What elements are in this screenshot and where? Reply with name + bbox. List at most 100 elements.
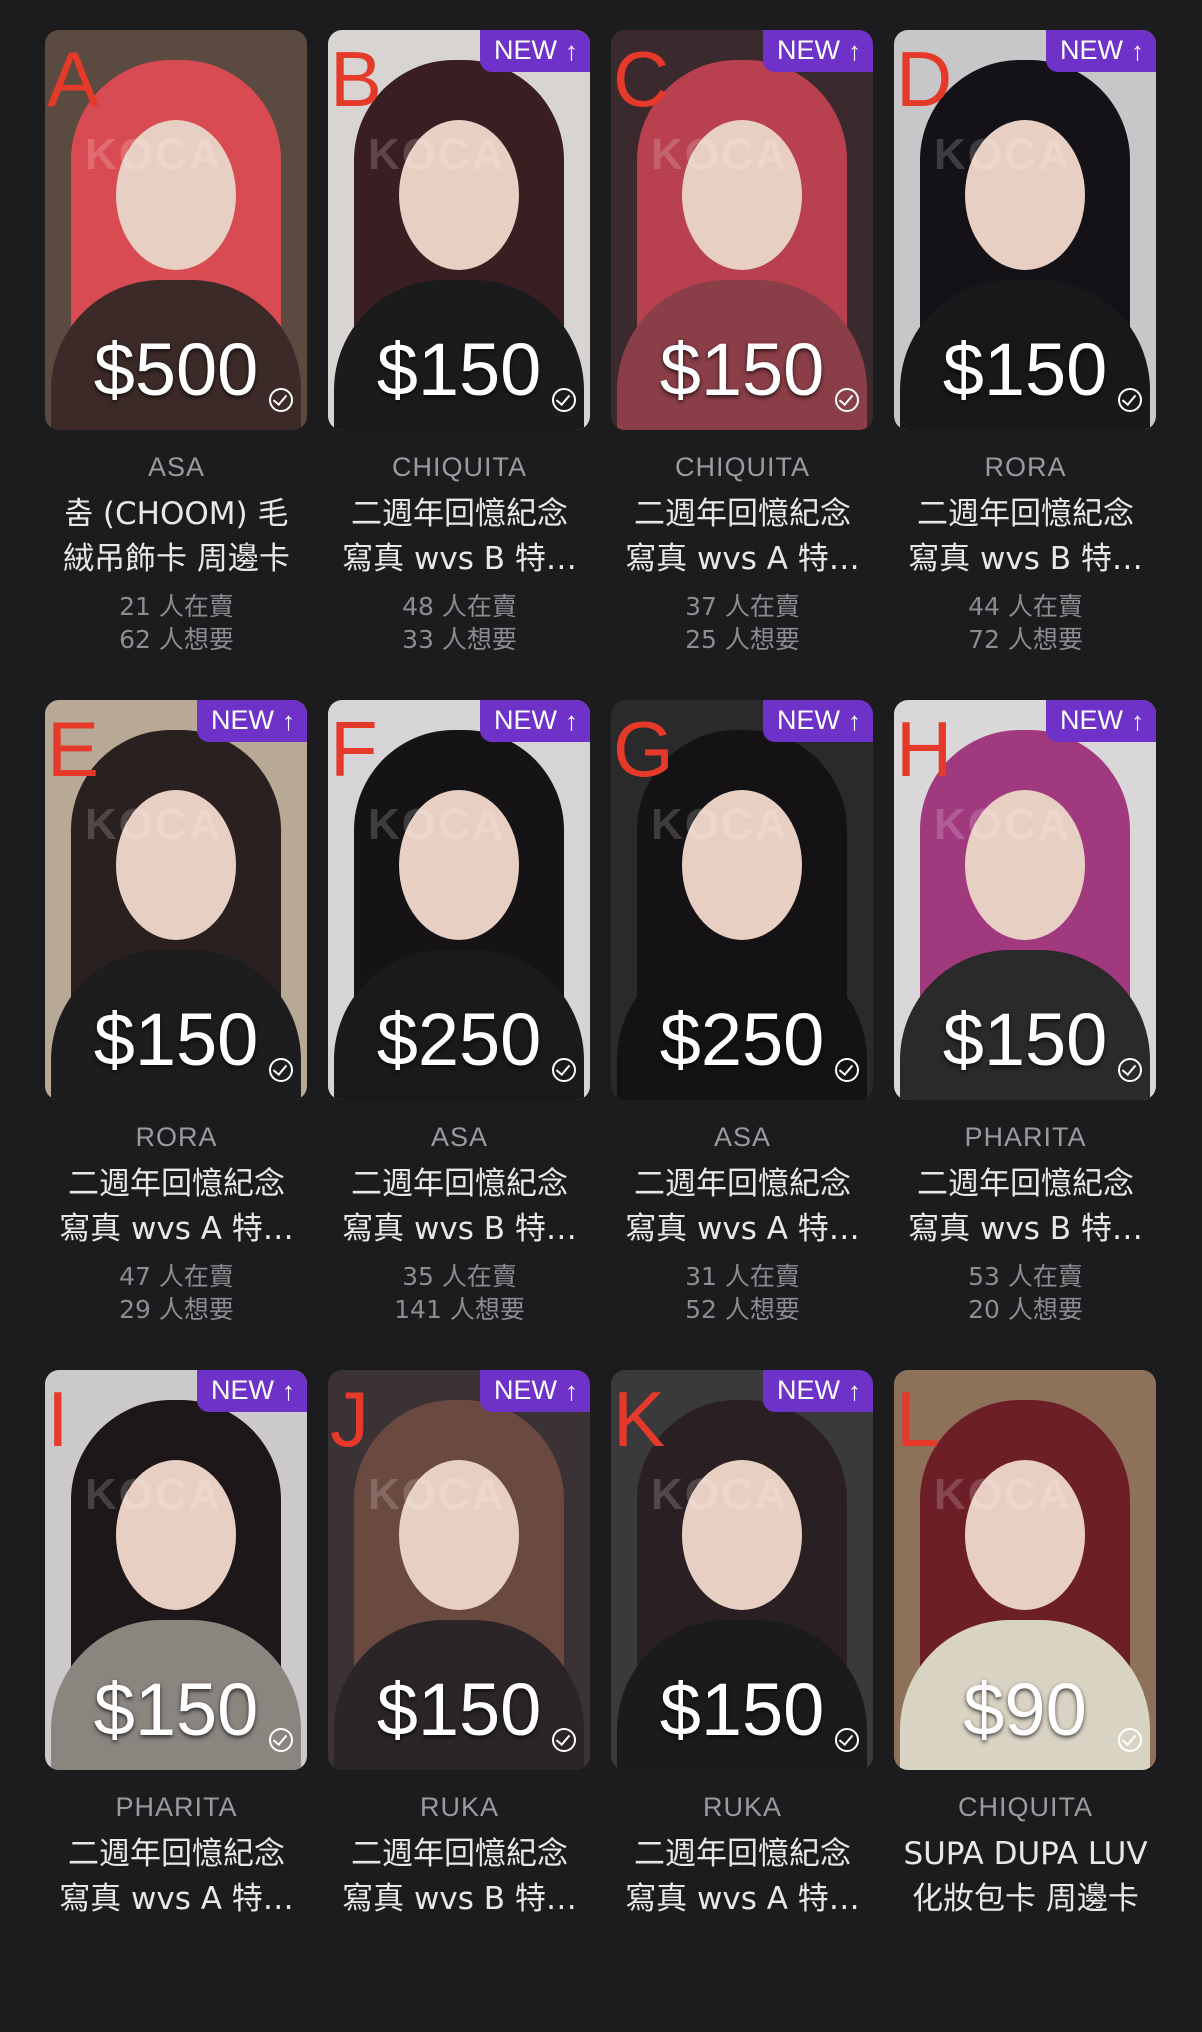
- photocard-image[interactable]: KOCA I NEW ↑ $150: [45, 1370, 307, 1770]
- listing-stats: 48 人在賣 33 人想要: [318, 590, 601, 656]
- wanting-count: 72 人想要: [968, 625, 1083, 654]
- price-label: $150: [942, 328, 1108, 411]
- new-badge-label: NEW: [1060, 35, 1123, 65]
- photocard-listing[interactable]: KOCA H NEW ↑ $150 PHARITA 二週年回憶紀念 寫真 wvs B 特… 5…: [884, 692, 1167, 1362]
- photocard-image[interactable]: KOCA J NEW ↑ $150: [328, 1370, 590, 1770]
- new-badge-label: NEW: [494, 1375, 557, 1405]
- listing-stats: 35 人在賣 141 人想要: [318, 1260, 601, 1326]
- artist-name: CHIQUITA: [675, 452, 810, 482]
- new-badge: NEW ↑: [1046, 30, 1156, 72]
- new-badge: NEW ↑: [763, 30, 873, 72]
- artist-name: RUKA: [419, 1792, 499, 1822]
- arrow-up-icon: ↑: [565, 1375, 578, 1406]
- card-title[interactable]: 二週年回憶紀念 寫真 wvs A 特…: [601, 492, 884, 582]
- card-letter-label: I: [47, 1375, 69, 1463]
- photocard-listing[interactable]: KOCA G NEW ↑ $250 ASA 二週年回憶紀念 寫真 wvs A 特… 31 人在…: [601, 692, 884, 1362]
- card-letter-label: L: [896, 1375, 940, 1463]
- selling-count: 35 人在賣: [402, 1262, 517, 1291]
- photocard-listing[interactable]: KOCA K NEW ↑ $150 RUKA 二週年回憶紀念 寫真 wvs A 特…: [601, 1362, 884, 2032]
- price-label: $150: [93, 1668, 259, 1751]
- photocard-listing[interactable]: KOCA A $500 ASA 춤 (CHOOM) 毛 絨吊飾卡 周邊卡 21 人在賣 62…: [35, 22, 318, 692]
- photocard-image[interactable]: KOCA K NEW ↑ $150: [611, 1370, 873, 1770]
- new-badge: NEW ↑: [480, 1370, 590, 1412]
- listing-stats: 21 人在賣 62 人想要: [35, 590, 318, 656]
- card-title[interactable]: 二週年回憶紀念 寫真 wvs B 特…: [884, 1162, 1167, 1252]
- photocard-image[interactable]: KOCA E NEW ↑ $150: [45, 700, 307, 1100]
- photocard-image[interactable]: KOCA H NEW ↑ $150: [894, 700, 1156, 1100]
- photocard-image[interactable]: KOCA B NEW ↑ $150: [328, 30, 590, 430]
- new-badge-label: NEW: [494, 35, 557, 65]
- artist-name: PHARITA: [115, 1792, 238, 1822]
- photocard-listing[interactable]: KOCA J NEW ↑ $150 RUKA 二週年回憶紀念 寫真 wvs B 特…: [318, 1362, 601, 2032]
- watermark-text: KOCA: [651, 800, 789, 849]
- selling-count: 48 人在賣: [402, 592, 517, 621]
- card-title[interactable]: 二週年回憶紀念 寫真 wvs A 特…: [35, 1162, 318, 1252]
- watermark-text: KOCA: [651, 130, 789, 179]
- photocard-listing[interactable]: KOCA F NEW ↑ $250 ASA 二週年回憶紀念 寫真 wvs B 特… 35 人在…: [318, 692, 601, 1362]
- photocard-image[interactable]: KOCA F NEW ↑ $250: [328, 700, 590, 1100]
- selling-count: 47 人在賣: [119, 1262, 234, 1291]
- arrow-up-icon: ↑: [848, 705, 861, 736]
- verified-check-icon: [1118, 1728, 1142, 1752]
- watermark-text: KOCA: [368, 800, 506, 849]
- price-label: $250: [376, 998, 542, 1081]
- card-title[interactable]: 二週年回憶紀念 寫真 wvs A 特…: [601, 1832, 884, 1922]
- card-title[interactable]: 二週年回憶紀念 寫真 wvs B 特…: [884, 492, 1167, 582]
- new-badge-label: NEW: [777, 35, 840, 65]
- price-label: $150: [93, 998, 259, 1081]
- card-title[interactable]: 춤 (CHOOM) 毛 絨吊飾卡 周邊卡: [35, 492, 318, 582]
- card-title[interactable]: 二週年回憶紀念 寫真 wvs A 特…: [601, 1162, 884, 1252]
- listing-stats: 31 人在賣 52 人想要: [601, 1260, 884, 1326]
- card-title[interactable]: 二週年回憶紀念 寫真 wvs B 特…: [318, 492, 601, 582]
- artist-name: CHIQUITA: [958, 1792, 1093, 1822]
- verified-check-icon: [835, 1728, 859, 1752]
- photocard-grid: KOCA A $500 ASA 춤 (CHOOM) 毛 絨吊飾卡 周邊卡 21 人在賣 62…: [0, 0, 1202, 1920]
- new-badge-label: NEW: [777, 705, 840, 735]
- price-label: $150: [659, 1668, 825, 1751]
- verified-check-icon: [269, 388, 293, 412]
- verified-check-icon: [269, 1728, 293, 1752]
- selling-count: 44 人在賣: [968, 592, 1083, 621]
- photocard-listing[interactable]: KOCA E NEW ↑ $150 RORA 二週年回憶紀念 寫真 wvs A 特… 47 人…: [35, 692, 318, 1362]
- artist-name: ASA: [713, 1122, 772, 1152]
- card-letter-label: J: [330, 1375, 369, 1463]
- verified-check-icon: [269, 1058, 293, 1082]
- photocard-image[interactable]: KOCA G NEW ↑ $250: [611, 700, 873, 1100]
- selling-count: 31 人在賣: [685, 1262, 800, 1291]
- new-badge-label: NEW: [211, 1375, 274, 1405]
- artist-name: PHARITA: [964, 1122, 1087, 1152]
- photocard-listing[interactable]: KOCA I NEW ↑ $150 PHARITA 二週年回憶紀念 寫真 wvs A 特…: [35, 1362, 318, 2032]
- photocard-image[interactable]: KOCA A $500: [45, 30, 307, 430]
- artist-name: RUKA: [702, 1792, 782, 1822]
- verified-check-icon: [552, 1058, 576, 1082]
- watermark-text: KOCA: [934, 130, 1072, 179]
- new-badge: NEW ↑: [197, 700, 307, 742]
- watermark-text: KOCA: [934, 1470, 1072, 1519]
- selling-count: 21 人在賣: [119, 592, 234, 621]
- artist-name: ASA: [147, 452, 206, 482]
- card-letter-label: D: [896, 35, 953, 123]
- card-title[interactable]: 二週年回憶紀念 寫真 wvs B 特…: [318, 1162, 601, 1252]
- new-badge: NEW ↑: [763, 1370, 873, 1412]
- watermark-text: KOCA: [85, 130, 223, 179]
- photocard-listing[interactable]: KOCA B NEW ↑ $150 CHIQUITA 二週年回憶紀念 寫真 wvs B 特……: [318, 22, 601, 692]
- new-badge: NEW ↑: [197, 1370, 307, 1412]
- wanting-count: 29 人想要: [119, 1295, 234, 1324]
- photocard-image[interactable]: KOCA L $90: [894, 1370, 1156, 1770]
- card-title[interactable]: 二週年回憶紀念 寫真 wvs A 特…: [35, 1832, 318, 1922]
- photocard-listing[interactable]: KOCA D NEW ↑ $150 RORA 二週年回憶紀念 寫真 wvs B 特… 44 人…: [884, 22, 1167, 692]
- photocard-image[interactable]: KOCA D NEW ↑ $150: [894, 30, 1156, 430]
- listing-stats: 37 人在賣 25 人想要: [601, 590, 884, 656]
- photocard-image[interactable]: KOCA C NEW ↑ $150: [611, 30, 873, 430]
- watermark-text: KOCA: [934, 800, 1072, 849]
- photocard-listing[interactable]: KOCA C NEW ↑ $150 CHIQUITA 二週年回憶紀念 寫真 wvs A 特……: [601, 22, 884, 692]
- new-badge: NEW ↑: [480, 700, 590, 742]
- artist-name: RORA: [135, 1122, 218, 1152]
- card-title[interactable]: SUPA DUPA LUV 化妝包卡 周邊卡: [884, 1832, 1167, 1922]
- new-badge: NEW ↑: [1046, 700, 1156, 742]
- card-title[interactable]: 二週年回憶紀念 寫真 wvs B 特…: [318, 1832, 601, 1922]
- photocard-listing[interactable]: KOCA L $90 CHIQUITA SUPA DUPA LUV 化妝包卡 周邊卡: [884, 1362, 1167, 2032]
- wanting-count: 52 人想要: [685, 1295, 800, 1324]
- verified-check-icon: [1118, 388, 1142, 412]
- watermark-text: KOCA: [85, 1470, 223, 1519]
